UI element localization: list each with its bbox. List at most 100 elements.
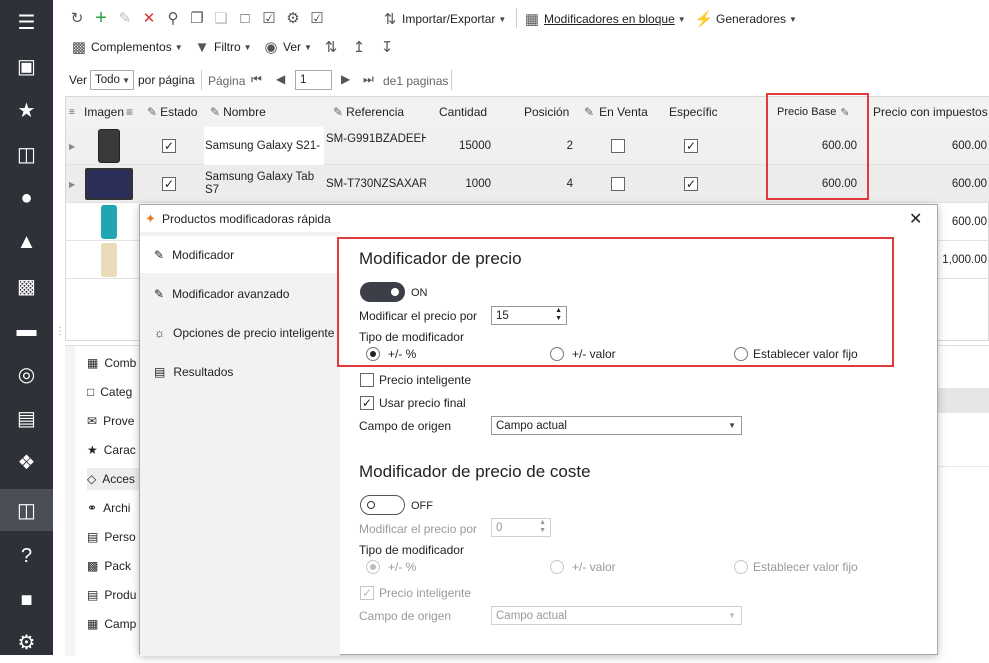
col-name[interactable]: ✎ Nombre [210, 97, 266, 127]
col-reference[interactable]: ✎ Referencia [333, 97, 405, 127]
list-item[interactable]: ◇ Acces [87, 468, 147, 490]
price-opt-value[interactable]: +/- valor [550, 347, 616, 361]
name-cell[interactable]: Samsung Galaxy S21- [204, 127, 324, 165]
globe-icon[interactable]: ◎ [0, 353, 53, 395]
state-checkbox[interactable] [162, 139, 176, 153]
nav-advanced-modifier[interactable]: ✎ Modificador avanzado [140, 275, 340, 312]
name-cell[interactable]: Samsung Galaxy Tab S7 [204, 165, 324, 203]
bulk-modifiers-menu[interactable]: ▦ Modificadores en bloque ▼ [523, 10, 686, 28]
base-price-cell[interactable]: 600.00 [770, 165, 857, 203]
specific-cell[interactable] [684, 127, 698, 165]
position-cell[interactable]: 2 [524, 127, 573, 165]
reference-cell[interactable]: SM-G991BZADEEH [326, 127, 426, 165]
chart-icon[interactable]: ▤ [0, 397, 53, 439]
approve-icon[interactable]: ☑ [308, 9, 326, 27]
next-page-icon[interactable]: ▶ [341, 72, 350, 86]
row-menu-icon[interactable]: ≡ [69, 97, 79, 127]
row-expand-icon[interactable]: ▶ [69, 127, 75, 165]
price-tax-cell[interactable]: 600.00 [866, 165, 987, 203]
truck-icon[interactable]: ▬ [0, 309, 53, 351]
add-icon[interactable]: + [92, 7, 110, 29]
splitter-handle[interactable]: ⋮ [55, 326, 65, 337]
copy-icon[interactable]: ❐ [188, 9, 206, 27]
basket-icon[interactable]: ▲ [0, 221, 53, 263]
radio-fixed[interactable] [734, 347, 748, 361]
use-final-price-checkbox[interactable] [360, 396, 374, 410]
position-cell[interactable]: 4 [524, 165, 573, 203]
list-item[interactable]: ⚭ Archi [87, 497, 130, 519]
check-all-icon[interactable]: ☑ [260, 9, 278, 27]
list-item[interactable]: ▦ Comb [87, 352, 136, 374]
help-icon[interactable]: ? [0, 535, 53, 577]
generators-menu[interactable]: ⚡ Generadores ▼ [695, 10, 797, 28]
smart-price-option[interactable]: Precio inteligente [360, 373, 471, 387]
first-page-icon[interactable]: ⏮ [251, 72, 262, 87]
user-icon[interactable]: ● [0, 177, 53, 219]
col-specific[interactable]: Específico [669, 97, 717, 127]
list-item[interactable]: ✉ Prove [87, 410, 134, 432]
price-modify-input[interactable]: 15 ▲ ▼ [491, 306, 567, 325]
col-price-tax[interactable]: Precio con impuestos [873, 97, 988, 127]
box-icon[interactable]: ◫ [0, 133, 53, 175]
price-tax-cell[interactable]: 600.00 [866, 127, 987, 165]
comment-icon[interactable]: ▩ [0, 265, 53, 307]
price-toggle[interactable] [360, 282, 405, 302]
list-item[interactable]: □ Categ [87, 381, 132, 403]
col-on-sale[interactable]: ✎ En Venta [584, 97, 648, 127]
import-export-menu[interactable]: ⇅ Importar/Exportar ▼ [381, 10, 507, 28]
row-expand-icon[interactable]: ▶ [69, 165, 75, 203]
radio-value[interactable] [550, 347, 564, 361]
list-item[interactable]: ▤ Perso [87, 526, 136, 548]
reference-cell[interactable]: SM-T730NZSAXAR [326, 165, 426, 203]
cost-source-select[interactable]: Campo actual ▼ [491, 606, 742, 625]
products-icon[interactable]: ◫ [0, 489, 53, 531]
table-row[interactable]: ▶ Samsung Galaxy Tab S7 SM-T730NZSAXAR 1… [66, 165, 989, 203]
col-image[interactable]: Imagen ≡ [84, 97, 134, 127]
star-icon[interactable]: ★ [0, 89, 53, 131]
on-sale-cell[interactable] [611, 127, 625, 165]
on-sale-checkbox[interactable] [611, 177, 625, 191]
addons-menu[interactable]: ▩ Complementos ▼ [70, 38, 183, 56]
select-icon[interactable]: □ [236, 9, 254, 27]
radio-fixed[interactable] [734, 560, 748, 574]
cost-toggle[interactable] [360, 495, 405, 515]
state-cell[interactable] [162, 165, 176, 203]
filter-off-icon[interactable]: ⚙ [284, 9, 302, 27]
list-item[interactable]: ▩ Pack [87, 555, 131, 577]
prev-page-icon[interactable]: ◀ [276, 72, 285, 86]
filter-menu[interactable]: ▼ Filtro ▼ [193, 38, 252, 56]
price-opt-percent[interactable]: +/- % [366, 347, 416, 361]
stepper-icon[interactable]: ▲ ▼ [539, 519, 546, 535]
cost-opt-percent[interactable]: +/- % [366, 560, 416, 574]
specific-checkbox[interactable] [684, 139, 698, 153]
cost-smart-price-checkbox[interactable] [360, 586, 374, 600]
cost-opt-fixed[interactable]: Establecer valor fijo [734, 560, 858, 574]
search-icon[interactable]: ⚲ [164, 9, 182, 27]
sort-down-icon[interactable]: ↧ [378, 38, 396, 56]
menu-icon[interactable]: ☰ [0, 1, 53, 43]
edit-icon[interactable]: ✎ [116, 9, 134, 27]
nav-modifier[interactable]: ✎ Modificador [140, 236, 340, 273]
state-cell[interactable] [162, 127, 176, 165]
table-row[interactable]: ▶ Samsung Galaxy S21- SM-G991BZADEEH 150… [66, 127, 989, 165]
on-sale-cell[interactable] [611, 165, 625, 203]
view-menu[interactable]: ◉ Ver ▼ [262, 38, 311, 56]
list-item[interactable]: ▤ Produ [87, 584, 136, 606]
on-sale-checkbox[interactable] [611, 139, 625, 153]
page-input[interactable]: 1 [295, 70, 332, 90]
per-page-select[interactable]: Todo ▼ [90, 70, 134, 90]
col-quantity[interactable]: Cantidad [439, 97, 488, 127]
sort-alpha-icon[interactable]: ⇅ [322, 38, 340, 56]
stepper-icon[interactable]: ▲ ▼ [555, 307, 562, 323]
radio-percent[interactable] [366, 347, 380, 361]
nav-results[interactable]: ▤ Resultados [140, 353, 340, 390]
cost-opt-value[interactable]: +/- valor [550, 560, 616, 574]
quantity-cell[interactable]: 1000 [439, 165, 491, 203]
sort-up-icon[interactable]: ↥ [350, 38, 368, 56]
radio-value[interactable] [550, 560, 564, 574]
radio-percent[interactable] [366, 560, 380, 574]
store-icon[interactable]: ▣ [0, 45, 53, 87]
list-item[interactable]: ★ Carac [87, 439, 136, 461]
paste-icon[interactable]: ❏ [212, 9, 230, 27]
base-price-cell[interactable]: 600.00 [770, 127, 857, 165]
